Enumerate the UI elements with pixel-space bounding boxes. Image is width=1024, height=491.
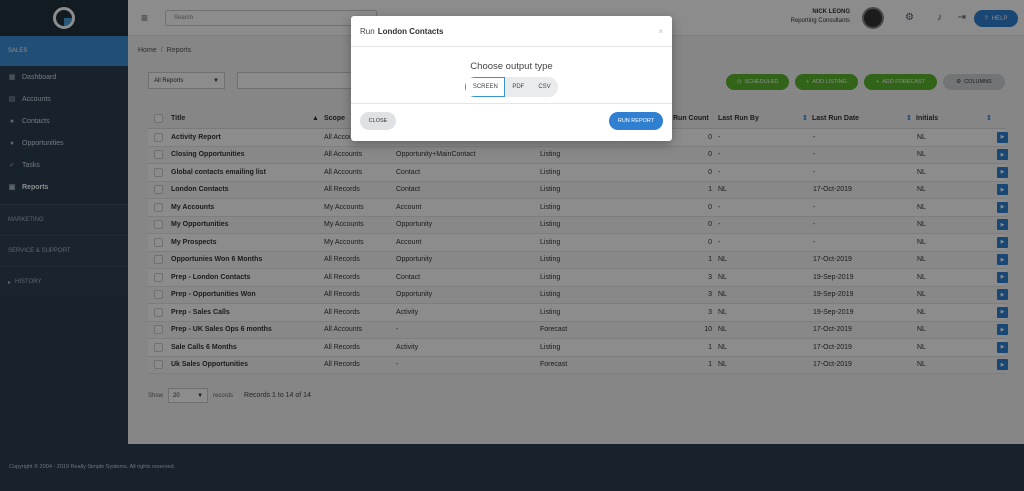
dialog-title-prefix: Run [360,26,375,36]
dialog-report-name: London Contacts [377,26,444,36]
output-type-prompt: Choose output type [470,61,553,72]
dialog-footer: CLOSE RUN REPORT [351,104,672,141]
run-report-button[interactable]: RUN REPORT [609,112,663,130]
run-report-dialog: Run London Contacts × Choose output type … [351,16,672,141]
dialog-header: Run London Contacts [351,16,672,47]
output-pdf-option[interactable]: PDF [505,77,531,97]
close-button[interactable]: CLOSE [360,112,396,130]
close-icon[interactable]: × [658,27,663,36]
output-screen-option[interactable]: SCREEN [465,77,506,97]
output-type-toggle: SCREEN PDF CSV [465,77,558,97]
dialog-body: Choose output type SCREEN PDF CSV [351,47,672,104]
output-csv-option[interactable]: CSV [531,77,557,97]
